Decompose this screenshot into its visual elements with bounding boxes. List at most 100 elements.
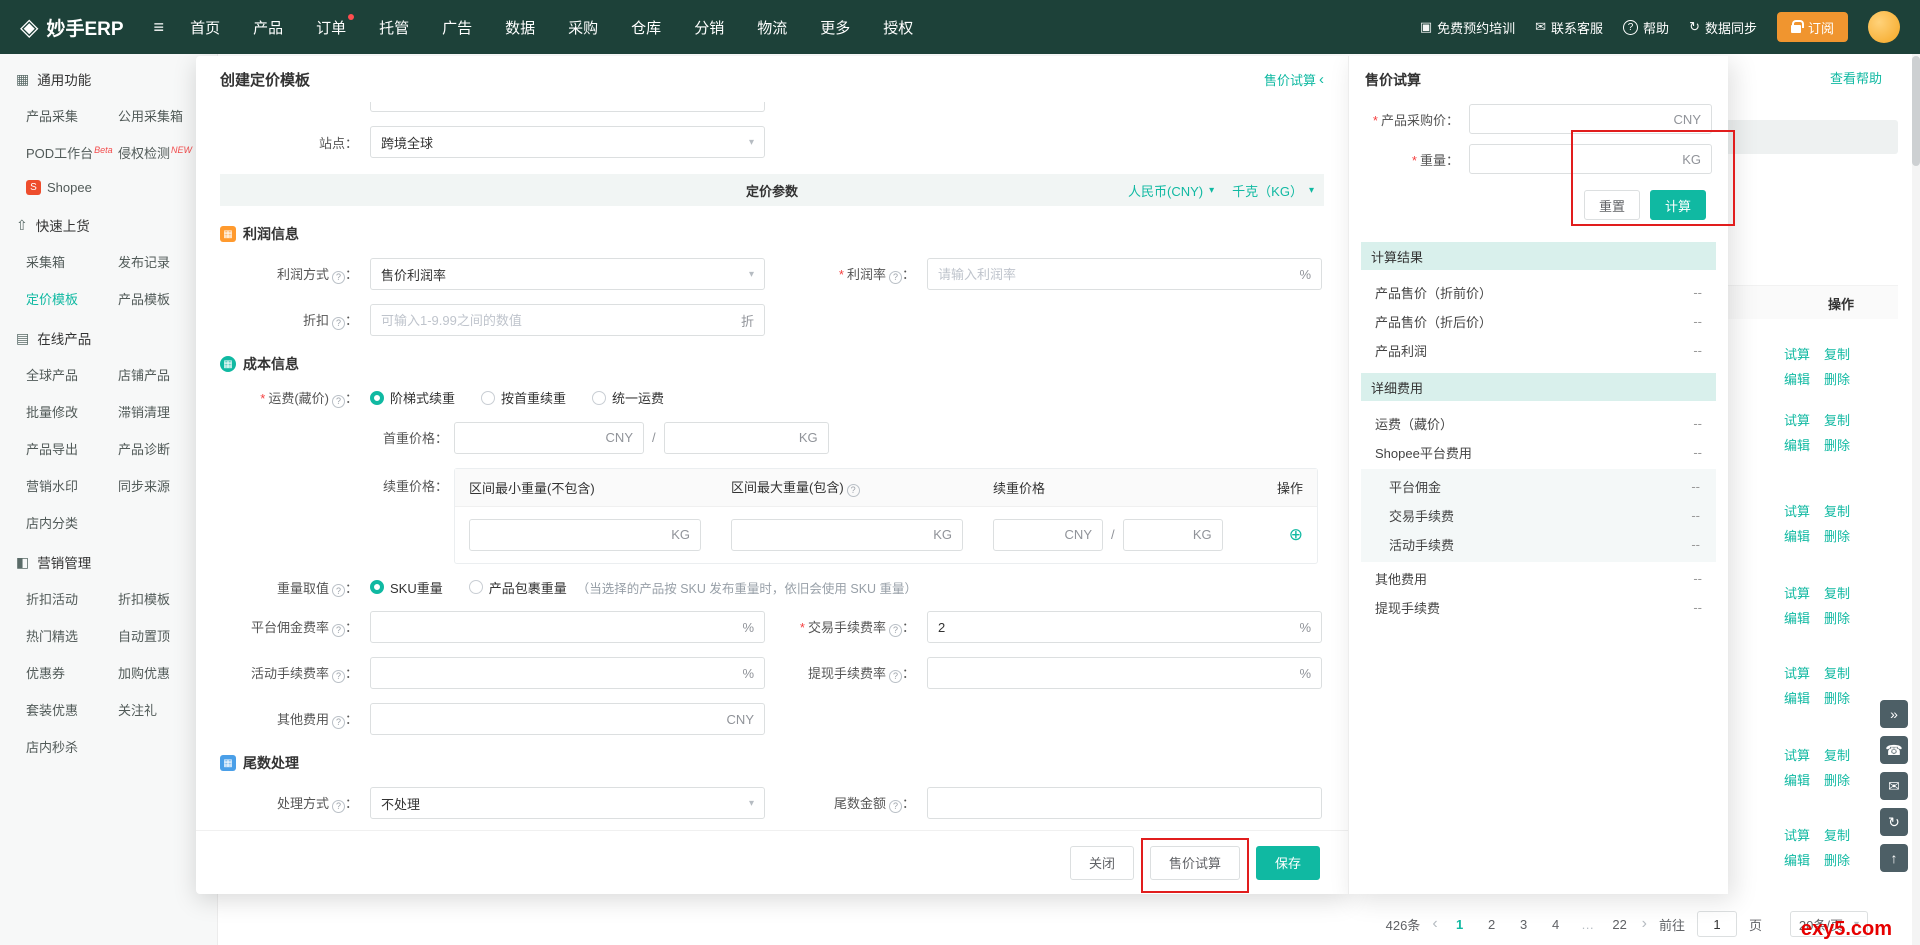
sidebar-item-shopee[interactable]: Shopee [0,171,217,204]
delete-link[interactable]: 删除 [1824,768,1850,793]
page-ellipsis[interactable]: … [1578,917,1598,932]
transaction-fee-input[interactable] [938,620,1291,635]
trial-link[interactable]: 试算 [1784,499,1810,524]
subscribe-button[interactable]: 订阅 [1777,12,1848,42]
nav-item-more[interactable]: 更多 [820,17,850,38]
help-icon[interactable] [332,584,345,597]
price-trial-button[interactable]: 售价试算 [1150,846,1240,880]
copy-link[interactable]: 复制 [1824,342,1850,367]
avatar[interactable] [1868,11,1900,43]
freight-option-flat[interactable]: 统一运费 [592,388,664,407]
sidebar-group-quick-listing-header[interactable]: 快速上货 [0,204,217,243]
nav-item-orders[interactable]: 订单 [316,17,346,38]
platform-fee-input[interactable] [381,620,734,635]
profit-rate-input[interactable] [938,267,1291,282]
profit-method-select[interactable]: 售价利润率 [370,258,765,290]
nav-item-data[interactable]: 数据 [505,17,535,38]
help-link[interactable]: 帮助 [1623,18,1669,37]
help-icon[interactable] [889,670,902,683]
help-icon[interactable] [332,317,345,330]
copy-link[interactable]: 复制 [1824,581,1850,606]
feedback-icon[interactable] [1880,772,1908,800]
sidebar-item-bundle-deals[interactable]: 套装优惠 [0,691,92,728]
purchase-price-input[interactable] [1480,112,1666,127]
page-number-2[interactable]: 2 [1482,917,1502,932]
app-logo[interactable]: 妙手ERP [20,13,124,42]
delete-link[interactable]: 删除 [1824,606,1850,631]
weight-source-sku[interactable]: SKU重量 [370,578,443,597]
sidebar-item-coupons[interactable]: 优惠券 [0,654,92,691]
sidebar-item-global-products[interactable]: 全球产品 [0,356,92,393]
free-training-link[interactable]: 免费预约培训 [1420,18,1515,37]
freight-option-first-weight[interactable]: 按首重续重 [481,388,566,407]
sidebar-item-pricing-template[interactable]: 定价模板 [0,280,92,317]
help-icon[interactable] [332,716,345,729]
next-page-arrow[interactable]: › [1642,915,1647,933]
page-number-4[interactable]: 4 [1546,917,1566,932]
page-number-last[interactable]: 22 [1610,917,1630,932]
trial-link[interactable]: 试算 [1784,408,1810,433]
nav-item-hosting[interactable]: 托管 [379,17,409,38]
nav-item-home[interactable]: 首页 [190,17,220,38]
sidebar-item-hot-picks[interactable]: 热门精选 [0,617,92,654]
help-icon[interactable] [332,800,345,813]
page-scrollbar[interactable] [1912,54,1920,945]
min-weight-input[interactable] [480,527,663,542]
sidebar-group-online-products-header[interactable]: 在线产品 [0,317,217,356]
sidebar-item-product-export[interactable]: 产品导出 [0,430,92,467]
trial-link[interactable]: 试算 [1784,342,1810,367]
copy-link[interactable]: 复制 [1824,661,1850,686]
help-icon[interactable] [332,395,345,408]
edit-link[interactable]: 编辑 [1784,606,1810,631]
nav-item-distribution[interactable]: 分销 [694,17,724,38]
calculate-button[interactable]: 计算 [1650,190,1706,220]
sidebar-item-discount-activity[interactable]: 折扣活动 [0,580,92,617]
renewal-weight-input[interactable] [1134,527,1185,542]
edit-link[interactable]: 编辑 [1784,367,1810,392]
save-button[interactable]: 保存 [1256,846,1320,880]
phone-icon[interactable] [1880,736,1908,764]
freight-option-ladder[interactable]: 阶梯式续重 [370,388,455,407]
site-select[interactable]: 跨境全球 [370,126,765,158]
sidebar-item-product-collection[interactable]: 产品采集 [0,97,92,134]
edit-link[interactable]: 编辑 [1784,686,1810,711]
expand-icon[interactable] [1880,700,1908,728]
discount-input[interactable] [381,313,733,328]
delete-link[interactable]: 删除 [1824,433,1850,458]
edit-link[interactable]: 编辑 [1784,524,1810,549]
nav-item-ads[interactable]: 广告 [442,17,472,38]
sidebar-group-general-header[interactable]: 通用功能 [0,58,217,97]
help-icon[interactable] [847,484,860,497]
scrollbar-thumb[interactable] [1912,56,1920,166]
jump-page-input[interactable] [1697,911,1737,937]
nav-item-logistics[interactable]: 物流 [757,17,787,38]
page-number-3[interactable]: 3 [1514,917,1534,932]
data-sync-link[interactable]: 数据同步 [1689,18,1757,37]
first-weight-input[interactable] [675,430,791,445]
reset-button[interactable]: 重置 [1584,190,1640,220]
help-icon[interactable] [889,800,902,813]
contact-support-link[interactable]: 联系客服 [1535,18,1603,37]
help-icon[interactable] [889,271,902,284]
weight-unit-select[interactable]: 千克（KG） [1232,181,1314,200]
nav-item-purchase[interactable]: 采购 [568,17,598,38]
edit-link[interactable]: 编辑 [1784,433,1810,458]
tail-method-select[interactable]: 不处理 [370,787,765,819]
nav-item-authorization[interactable]: 授权 [883,17,913,38]
page-number-1[interactable]: 1 [1450,917,1470,932]
refresh-icon[interactable] [1880,808,1908,836]
max-weight-input[interactable] [742,527,925,542]
trial-link[interactable]: 试算 [1784,661,1810,686]
trial-link[interactable]: 试算 [1784,581,1810,606]
delete-link[interactable]: 删除 [1824,367,1850,392]
tail-amount-input[interactable] [938,796,1311,811]
trial-link[interactable]: 试算 [1784,743,1810,768]
sidebar-item-pod-workbench[interactable]: POD工作台Beta [0,134,92,171]
weight-source-package[interactable]: 产品包裹重量 [469,578,567,597]
edit-link[interactable]: 编辑 [1784,768,1810,793]
withdraw-fee-input[interactable] [938,666,1291,681]
prev-page-arrow[interactable]: ‹ [1432,915,1437,933]
renewal-price-input[interactable] [1004,527,1057,542]
sidebar-item-marketing-watermark[interactable]: 营销水印 [0,467,92,504]
sidebar-item-collection-box[interactable]: 采集箱 [0,243,92,280]
